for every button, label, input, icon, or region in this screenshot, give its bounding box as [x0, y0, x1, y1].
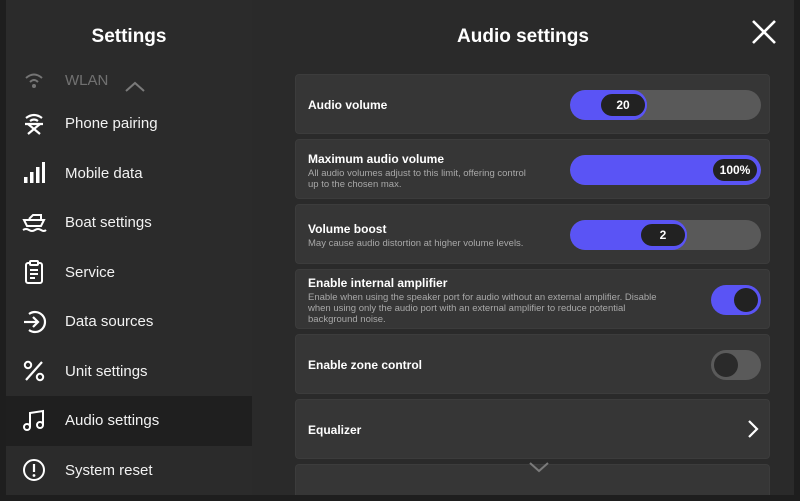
max-audio-volume-row: Maximum audio volume All audio volumes a… [295, 139, 770, 199]
boat-icon [20, 209, 48, 237]
volume-boost-row: Volume boost May cause audio distortion … [295, 204, 770, 264]
sidebar-list: WLAN Phone pairing Mobile data Boat sett… [6, 71, 252, 496]
max-audio-volume-label: Maximum audio volume [308, 152, 445, 166]
sidebar-item-service[interactable]: Service [6, 248, 252, 298]
description-line: when using only the audio port with an e… [308, 303, 626, 314]
clipboard-icon [20, 258, 48, 286]
description-line: up to the chosen max. [308, 179, 402, 190]
zone-control-row: Enable zone control [295, 334, 770, 394]
data-source-icon [20, 308, 48, 336]
description-line: All audio volumes adjust to this limit, … [308, 168, 526, 179]
max-audio-volume-value[interactable]: 100% [711, 157, 759, 183]
toggle-thumb [714, 353, 738, 377]
scroll-down-chevron-icon[interactable] [528, 460, 550, 478]
sidebar-item-label: Data sources [65, 313, 154, 331]
toggle-thumb [734, 288, 758, 312]
audio-volume-row: Audio volume 20 [295, 74, 770, 134]
internal-amplifier-toggle[interactable] [711, 285, 761, 315]
sidebar-item-data-sources[interactable]: Data sources [6, 297, 252, 347]
percent-icon [20, 357, 48, 385]
sidebar-item-label: System reset [65, 461, 153, 479]
sidebar-item-audio-settings[interactable]: Audio settings [6, 396, 252, 446]
equalizer-label: Equalizer [308, 423, 362, 437]
sidebar-title: Settings [6, 0, 252, 73]
description-line: background noise. [308, 314, 386, 325]
sidebar-item-label: Service [65, 263, 116, 281]
sidebar-item-label: Mobile data [65, 164, 143, 182]
scroll-up-chevron-icon[interactable] [124, 80, 146, 98]
main-panel: Audio settings Audio volume 20 Maximum a… [252, 0, 794, 495]
description-line: Enable when using the speaker port for a… [308, 292, 657, 303]
phone-pairing-icon [20, 110, 48, 138]
sidebar-item-label: Audio settings [65, 412, 160, 430]
audio-volume-value[interactable]: 20 [599, 92, 647, 118]
sidebar-item-label: Phone pairing [65, 115, 158, 133]
sidebar-item-system-reset[interactable]: System reset [6, 446, 252, 496]
max-audio-volume-description: All audio volumes adjust to this limit, … [308, 168, 526, 190]
sidebar-item-boat-settings[interactable]: Boat settings [6, 198, 252, 248]
zone-control-toggle[interactable] [711, 350, 761, 380]
audio-volume-slider[interactable]: 20 [570, 90, 761, 120]
volume-boost-value[interactable]: 2 [639, 222, 687, 248]
sidebar-item-label: WLAN [65, 71, 109, 89]
sidebar-item-mobile-data[interactable]: Mobile data [6, 149, 252, 199]
volume-boost-slider[interactable]: 2 [570, 220, 761, 250]
max-audio-volume-slider[interactable]: 100% [570, 155, 761, 185]
internal-amplifier-row: Enable internal amplifier Enable when us… [295, 269, 770, 329]
signal-bars-icon [20, 159, 48, 187]
sidebar-item-label: Unit settings [65, 362, 148, 380]
sidebar-item-label: Boat settings [65, 214, 152, 232]
equalizer-row[interactable]: Equalizer [295, 399, 770, 459]
audio-volume-label: Audio volume [308, 98, 388, 112]
volume-boost-description: May cause audio distortion at higher vol… [308, 238, 524, 249]
sidebar: Settings WLAN Phone pairing Mobile data [6, 0, 252, 495]
sidebar-item-unit-settings[interactable]: Unit settings [6, 347, 252, 397]
music-note-icon [20, 407, 48, 435]
sidebar-item-phone-pairing[interactable]: Phone pairing [6, 99, 252, 149]
zone-control-label: Enable zone control [308, 358, 423, 372]
exclamation-circle-icon [20, 456, 48, 484]
internal-amplifier-label: Enable internal amplifier [308, 276, 448, 290]
volume-boost-label: Volume boost [308, 222, 387, 236]
internal-amplifier-description: Enable when using the speaker port for a… [308, 292, 703, 325]
close-icon[interactable] [750, 18, 778, 46]
page-title: Audio settings [457, 25, 589, 47]
chevron-right-icon [747, 419, 759, 444]
